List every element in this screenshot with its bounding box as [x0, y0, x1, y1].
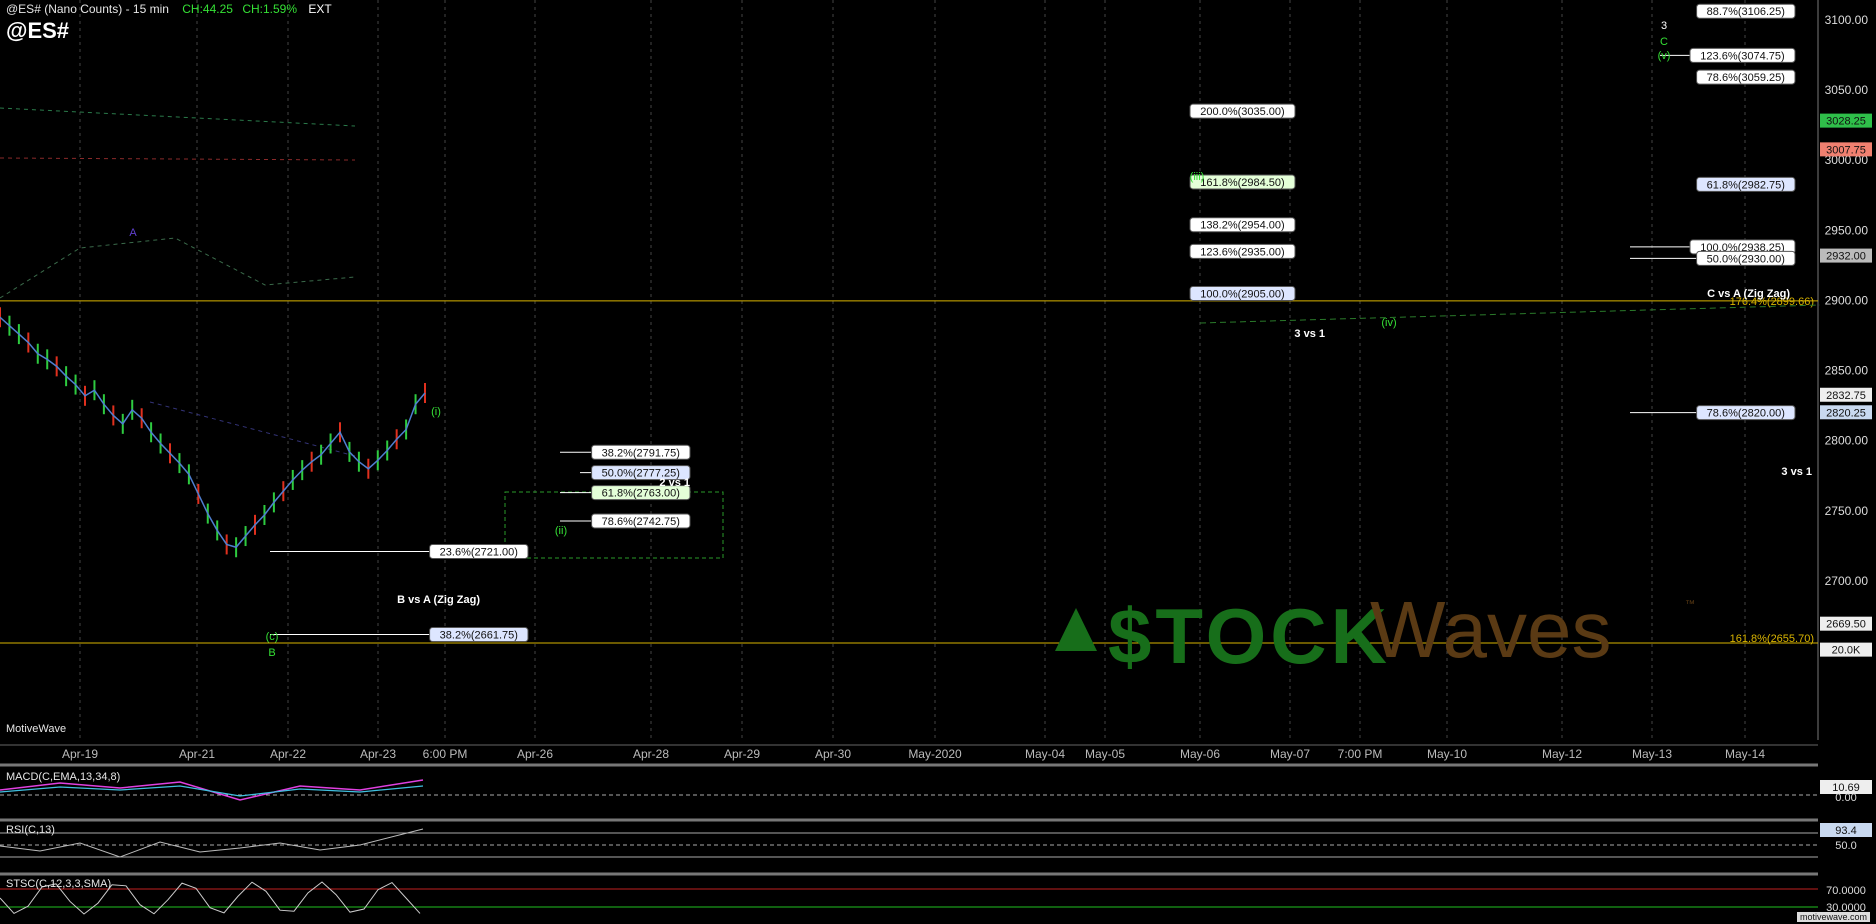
fib-label: 78.6%(2820.00) [1707, 408, 1785, 420]
macd-label: MACD(C,EMA,13,34,8) [6, 771, 121, 783]
price-chart[interactable]: 3100.003050.003000.002950.002900.002850.… [0, 0, 1876, 924]
symbol-label: @ES# [6, 18, 70, 43]
logo-tm: ™ [1685, 599, 1695, 610]
fib-label: 23.6%(2721.00) [440, 546, 518, 558]
chart-title: @ES# (Nano Counts) - 15 min [6, 2, 169, 16]
annotation-label: 3 vs 1 [1781, 466, 1812, 478]
fib-label: 200.0%(3035.00) [1200, 106, 1284, 118]
stoch-label: STSC(C,12,3,3,SMA) [6, 878, 112, 890]
price-badge-label: 2669.50 [1826, 619, 1866, 631]
x-tick-label: May-2020 [908, 747, 962, 761]
trend-line [0, 107, 356, 127]
wave-label: 3 [1661, 20, 1667, 32]
x-tick-label: May-14 [1725, 747, 1765, 761]
price-tick-label: 3050.00 [1825, 83, 1869, 97]
rsi-mid-value: 50.0 [1835, 840, 1856, 852]
price-badge-label: 2820.25 [1826, 407, 1866, 419]
source-label: MotiveWave [6, 723, 67, 735]
logo-waves-text: Waves [1370, 585, 1612, 674]
x-tick-label: May-10 [1427, 747, 1467, 761]
rsi-value: 93.4 [1835, 825, 1856, 837]
x-tick-label: Apr-29 [724, 747, 760, 761]
fib-label: 61.8%(2763.00) [602, 488, 680, 500]
macd-line [0, 779, 424, 801]
fib-label: 88.7%(3106.25) [1707, 6, 1785, 18]
price-tick-label: 2950.00 [1825, 223, 1869, 237]
rsi-label: RSI(C,13) [6, 824, 55, 836]
annotation-label: B vs A (Zig Zag) [397, 594, 480, 606]
fib-label: 38.2%(2791.75) [602, 447, 680, 459]
macd-zero: 0.00 [1835, 792, 1856, 804]
stoch-upper-value: 70.0000 [1826, 885, 1866, 897]
price-tick-label: 3100.00 [1825, 13, 1869, 27]
x-tick-label: May-04 [1025, 747, 1065, 761]
trend-line [1199, 304, 1821, 324]
chart-header: @ES# (Nano Counts) - 15 min CH:44.25 CH:… [6, 2, 332, 16]
annotation-label: 2 vs 1 [659, 477, 690, 489]
price-badge-label: 3028.25 [1826, 116, 1866, 128]
logo-stock-text: $TOCK [1108, 592, 1391, 680]
x-tick-label: 6:00 PM [423, 747, 468, 761]
x-tick-label: May-13 [1632, 747, 1672, 761]
x-tick-label: May-06 [1180, 747, 1220, 761]
price-tick-label: 2850.00 [1825, 364, 1869, 378]
wave-label: (ii) [555, 525, 567, 537]
fib-label: 123.6%(2935.00) [1200, 246, 1284, 258]
wave-label: (iii) [1190, 171, 1205, 183]
x-tick-label: May-07 [1270, 747, 1310, 761]
x-tick-label: Apr-23 [360, 747, 396, 761]
x-tick-label: Apr-21 [179, 747, 215, 761]
price-tick-label: 2800.00 [1825, 434, 1869, 448]
x-tick-label: Apr-26 [517, 747, 553, 761]
wave-label: B [268, 647, 275, 659]
fib-label: 61.8%(2982.75) [1707, 179, 1785, 191]
wave-label: C [1660, 36, 1668, 48]
price-badge-label: 20.0K [1832, 645, 1861, 657]
wave-label: (i) [431, 406, 441, 418]
change-value: CH:44.25 [182, 2, 233, 16]
watermark: motivewave.com [1796, 912, 1870, 922]
fib-label: 100.0%(2905.00) [1200, 288, 1284, 300]
fib-label: 78.6%(2742.75) [602, 516, 680, 528]
price-badge-label: 2932.00 [1826, 251, 1866, 263]
trend-line [149, 401, 356, 457]
price-tick-label: 2700.00 [1825, 574, 1869, 588]
price-badge-label: 3007.75 [1826, 144, 1866, 156]
wave-label: (c) [266, 631, 279, 643]
x-tick-label: Apr-28 [633, 747, 669, 761]
price-tick-label: 2900.00 [1825, 293, 1869, 307]
logo-triangle [1055, 608, 1097, 651]
trend-line [0, 157, 356, 161]
fib-label: 161.8%(2984.50) [1200, 177, 1284, 189]
fib-label: 38.2%(2661.75) [440, 630, 518, 642]
fib-label: 138.2%(2954.00) [1200, 220, 1284, 232]
wave-label: A [129, 227, 137, 239]
wave-label: (iv) [1381, 317, 1396, 329]
annotation-label: C vs A (Zig Zag) [1707, 288, 1790, 300]
price-badge-label: 2832.75 [1826, 390, 1866, 402]
gold-level-label: 161.8%(2655.70) [1730, 633, 1814, 645]
fib-label: 78.6%(3059.25) [1707, 72, 1785, 84]
fib-label: 50.0%(2930.00) [1707, 253, 1785, 265]
annotation-label: 3 vs 1 [1294, 328, 1325, 340]
change-percent: CH:1.59% [242, 2, 298, 16]
x-tick-label: May-05 [1085, 747, 1125, 761]
x-tick-label: Apr-19 [62, 747, 98, 761]
x-tick-label: Apr-30 [815, 747, 851, 761]
wave-label: (v) [1658, 50, 1671, 62]
ema-line [0, 316, 426, 549]
trend-line [0, 237, 356, 299]
fib-label: 123.6%(3074.75) [1700, 50, 1784, 62]
x-tick-label: May-12 [1542, 747, 1582, 761]
x-tick-label: 7:00 PM [1338, 747, 1383, 761]
session-label: EXT [308, 2, 332, 16]
price-tick-label: 2750.00 [1825, 504, 1869, 518]
x-tick-label: Apr-22 [270, 747, 306, 761]
